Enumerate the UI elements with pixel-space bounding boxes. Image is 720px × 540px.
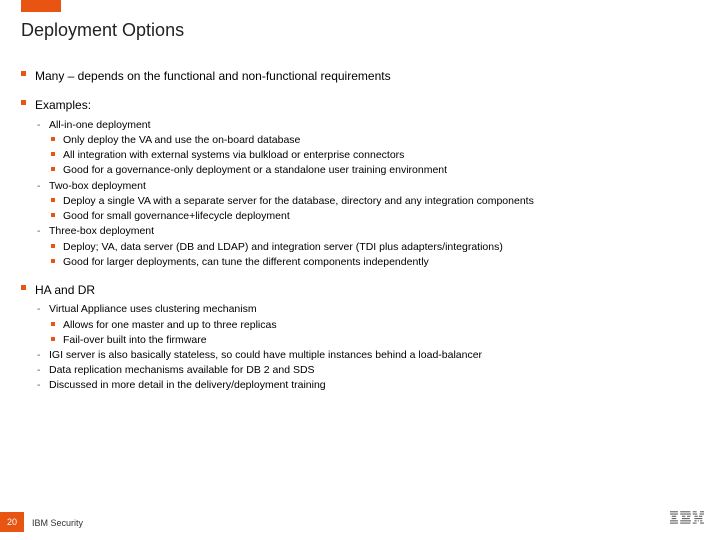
bullet-icon	[51, 152, 55, 156]
item-label: Virtual Appliance uses clustering mechan…	[49, 303, 257, 315]
subitem-text: Good for a governance-only deployment or…	[63, 164, 447, 176]
subitem-text: Allows for one master and up to three re…	[63, 319, 277, 331]
list-item: Only deploy the VA and use the on-board …	[49, 133, 700, 148]
item-label: All-in-one deployment	[49, 119, 151, 131]
list-item: Good for a governance-only deployment or…	[49, 163, 700, 178]
item-label: Data replication mechanisms available fo…	[49, 364, 315, 376]
section-label: Examples:	[35, 98, 91, 112]
bullet-icon	[51, 137, 55, 141]
item-label: Three-box deployment	[49, 225, 154, 237]
subitem-text: Good for small governance+lifecycle depl…	[63, 210, 290, 222]
subitem-text: Only deploy the VA and use the on-board …	[63, 134, 300, 146]
subitem-text: Fail-over built into the firmware	[63, 334, 207, 346]
section-many: Many – depends on the functional and non…	[21, 68, 700, 85]
list-item: Allows for one master and up to three re…	[49, 318, 700, 333]
bullet-icon	[51, 213, 55, 217]
list-item: All-in-one deployment Only deploy the VA…	[35, 118, 700, 179]
bullet-icon	[21, 71, 26, 76]
bullet-icon	[51, 198, 55, 202]
bullet-icon	[51, 167, 55, 171]
footer: 20 IBM Security	[0, 512, 720, 532]
bullet-icon	[51, 322, 55, 326]
list-item: Good for larger deployments, can tune th…	[49, 255, 700, 270]
brand-tab	[21, 0, 61, 12]
page-number: 20	[0, 512, 24, 532]
ibm-logo-icon	[670, 511, 704, 530]
item-label: IGI server is also basically stateless, …	[49, 349, 482, 361]
list-item: Good for small governance+lifecycle depl…	[49, 209, 700, 224]
list-item: Virtual Appliance uses clustering mechan…	[35, 302, 700, 348]
section-label: HA and DR	[35, 283, 95, 297]
list-item: Deploy; VA, data server (DB and LDAP) an…	[49, 240, 700, 255]
item-label: Two-box deployment	[49, 180, 146, 192]
content-body: Many – depends on the functional and non…	[21, 68, 700, 406]
subitem-text: Deploy a single VA with a separate serve…	[63, 195, 534, 207]
section-label: Many – depends on the functional and non…	[35, 69, 391, 83]
subitem-text: Good for larger deployments, can tune th…	[63, 256, 429, 268]
list-item: Three-box deployment Deploy; VA, data se…	[35, 224, 700, 270]
section-examples: Examples: All-in-one deployment Only dep…	[21, 97, 700, 270]
bullet-icon	[21, 100, 26, 105]
bullet-icon	[51, 259, 55, 263]
list-item: Deploy a single VA with a separate serve…	[49, 194, 700, 209]
subitem-text: Deploy; VA, data server (DB and LDAP) an…	[63, 241, 503, 253]
list-item: Two-box deployment Deploy a single VA wi…	[35, 179, 700, 225]
section-ha-dr: HA and DR Virtual Appliance uses cluster…	[21, 282, 700, 394]
bullet-icon	[51, 337, 55, 341]
bullet-icon	[21, 285, 26, 290]
item-label: Discussed in more detail in the delivery…	[49, 379, 326, 391]
page-title: Deployment Options	[21, 20, 184, 41]
footer-label: IBM Security	[32, 518, 83, 528]
list-item: Data replication mechanisms available fo…	[35, 363, 700, 378]
list-item: All integration with external systems vi…	[49, 148, 700, 163]
bullet-icon	[51, 244, 55, 248]
subitem-text: All integration with external systems vi…	[63, 149, 404, 161]
list-item: Discussed in more detail in the delivery…	[35, 378, 700, 393]
list-item: IGI server is also basically stateless, …	[35, 348, 700, 363]
list-item: Fail-over built into the firmware	[49, 333, 700, 348]
